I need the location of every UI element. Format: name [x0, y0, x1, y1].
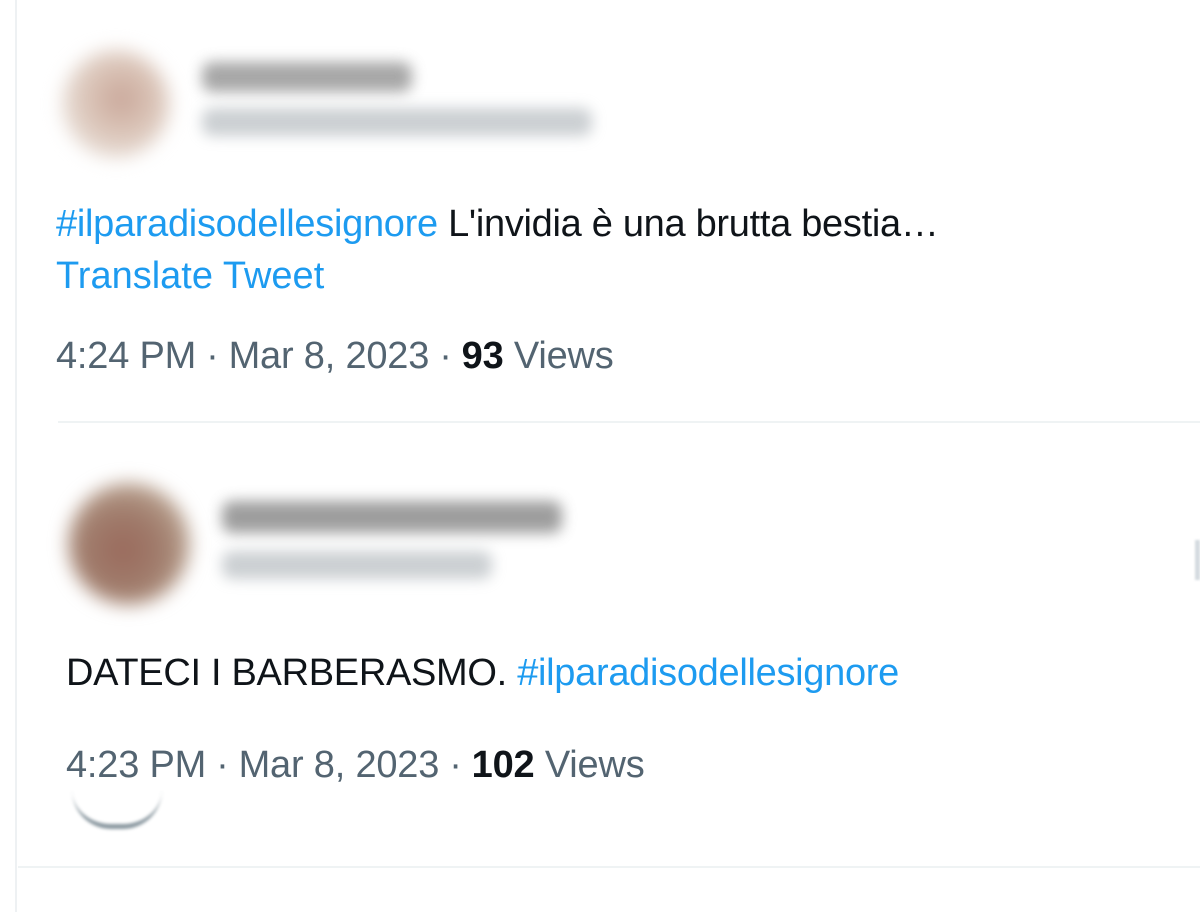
- tweet-body: L'invidia è una brutta bestia…: [437, 203, 939, 245]
- avatar[interactable]: [62, 50, 170, 158]
- username-redacted[interactable]: [202, 108, 592, 136]
- separator: ·: [206, 335, 219, 377]
- separator: ·: [449, 744, 462, 786]
- tweet-text: #ilparadisodellesignore L'invidia è una …: [56, 200, 939, 248]
- tweet-2[interactable]: DATECI I BARBERASMO. #ilparadisodellesig…: [0, 423, 1200, 863]
- tweet-meta: 4:23 PM · Mar 8, 2023 · 102 Views: [66, 741, 645, 789]
- separator: ·: [439, 335, 452, 377]
- views-count[interactable]: 102: [472, 744, 535, 786]
- tweet-date[interactable]: Mar 8, 2023: [239, 744, 440, 786]
- hashtag-link[interactable]: #ilparadisodellesignore: [56, 203, 438, 245]
- translate-tweet-link[interactable]: Translate Tweet: [56, 252, 324, 300]
- display-name-redacted[interactable]: [222, 501, 562, 533]
- separator: ·: [216, 744, 229, 786]
- tweet-text: DATECI I BARBERASMO. #ilparadisodellesig…: [66, 649, 899, 697]
- tweet-body: DATECI I BARBERASMO.: [66, 652, 518, 694]
- tweet-meta: 4:24 PM · Mar 8, 2023 · 93 Views: [56, 332, 614, 380]
- views-count[interactable]: 93: [462, 335, 504, 377]
- avatar[interactable]: [68, 483, 190, 605]
- tweet-time[interactable]: 4:24 PM: [56, 335, 196, 377]
- username-redacted[interactable]: [222, 551, 492, 579]
- views-label: Views: [513, 335, 614, 377]
- tweet-divider: [18, 866, 1200, 868]
- tweet-date[interactable]: Mar 8, 2023: [229, 335, 430, 377]
- scroll-edge-marker: [1195, 540, 1200, 580]
- tweet-feed: #ilparadisodellesignore L'invidia è una …: [0, 0, 1200, 912]
- tweet-time[interactable]: 4:23 PM: [66, 744, 206, 786]
- tweet-1[interactable]: #ilparadisodellesignore L'invidia è una …: [0, 0, 1200, 420]
- hashtag-link[interactable]: #ilparadisodellesignore: [517, 652, 899, 694]
- display-name-redacted[interactable]: [202, 62, 412, 92]
- views-label: Views: [544, 744, 645, 786]
